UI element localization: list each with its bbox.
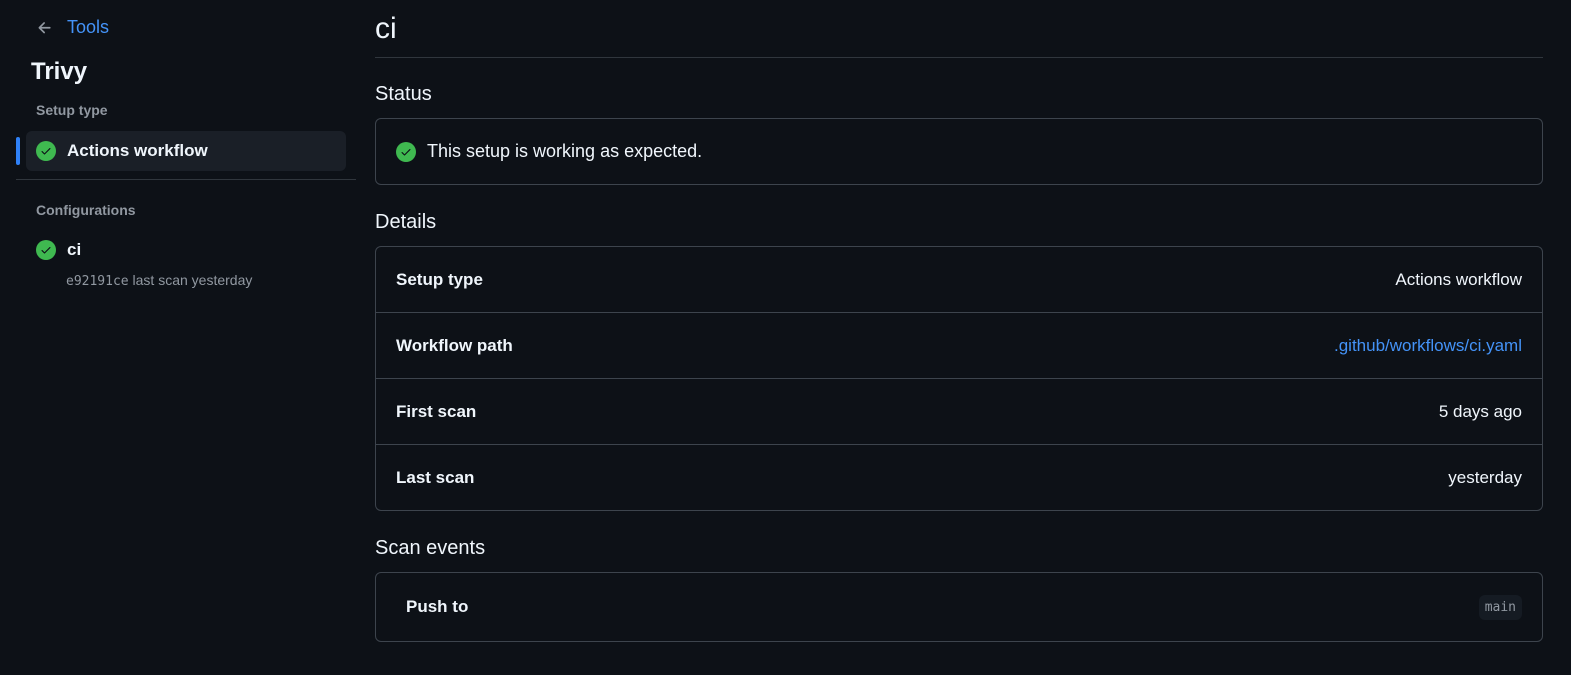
detail-key: Setup type <box>396 269 483 289</box>
check-circle-icon <box>396 141 416 162</box>
detail-row-first-scan: First scan 5 days ago <box>376 379 1542 445</box>
title-divider <box>375 57 1543 58</box>
configurations-label: Configurations <box>36 202 136 218</box>
back-to-tools-link[interactable]: Tools <box>36 17 109 38</box>
back-link-label: Tools <box>67 17 110 37</box>
status-heading: Status <box>375 83 432 105</box>
page-title: ci <box>375 12 397 45</box>
sidebar-divider <box>16 179 356 180</box>
detail-row-workflow-path: Workflow path .github/workflows/ci.yaml <box>376 313 1542 379</box>
check-circle-icon <box>36 141 56 161</box>
scan-event-row: Push to main <box>375 572 1543 642</box>
branch-tag: main <box>1478 594 1522 620</box>
detail-value: 5 days ago <box>1438 401 1522 421</box>
check-circle-icon <box>36 240 56 260</box>
detail-key: First scan <box>396 401 477 421</box>
sidebar-item-actions-workflow[interactable]: Actions workflow <box>26 131 346 171</box>
configuration-item-ci[interactable]: ci <box>36 240 81 260</box>
page: Tools Trivy Setup type Actions workflow … <box>0 0 1571 675</box>
detail-key: Workflow path <box>396 335 513 355</box>
sidebar-item-label: Actions workflow <box>67 141 208 160</box>
last-scan-text: last scan yesterday <box>132 272 253 288</box>
details-box: Setup type Actions workflow Workflow pat… <box>375 246 1543 511</box>
configuration-meta: e92191ce last scan yesterday <box>66 272 252 289</box>
details-heading: Details <box>375 211 437 233</box>
active-nav-indicator <box>16 137 20 165</box>
configuration-name: ci <box>67 240 82 259</box>
event-label: Push to <box>406 597 469 616</box>
detail-value: yesterday <box>1448 468 1522 487</box>
arrow-left-icon <box>36 19 54 37</box>
status-message: This setup is working as expected. <box>427 141 703 161</box>
scan-events-heading: Scan events <box>375 537 486 559</box>
sidebar: Tools Trivy Setup type Actions workflow … <box>16 0 356 675</box>
main-content: ci Status This setup is working as expec… <box>375 0 1543 675</box>
detail-row-last-scan: Last scan yesterday <box>376 445 1542 511</box>
detail-key: Last scan <box>396 468 475 487</box>
detail-value: Actions workflow <box>1395 269 1522 289</box>
workflow-path-link[interactable]: .github/workflows/ci.yaml <box>1334 336 1522 356</box>
commit-sha: e92191ce <box>66 274 129 289</box>
tool-title: Trivy <box>31 58 88 85</box>
detail-row-setup-type: Setup type Actions workflow <box>376 247 1542 313</box>
setup-type-label: Setup type <box>36 102 108 118</box>
status-box: This setup is working as expected. <box>375 118 1543 185</box>
